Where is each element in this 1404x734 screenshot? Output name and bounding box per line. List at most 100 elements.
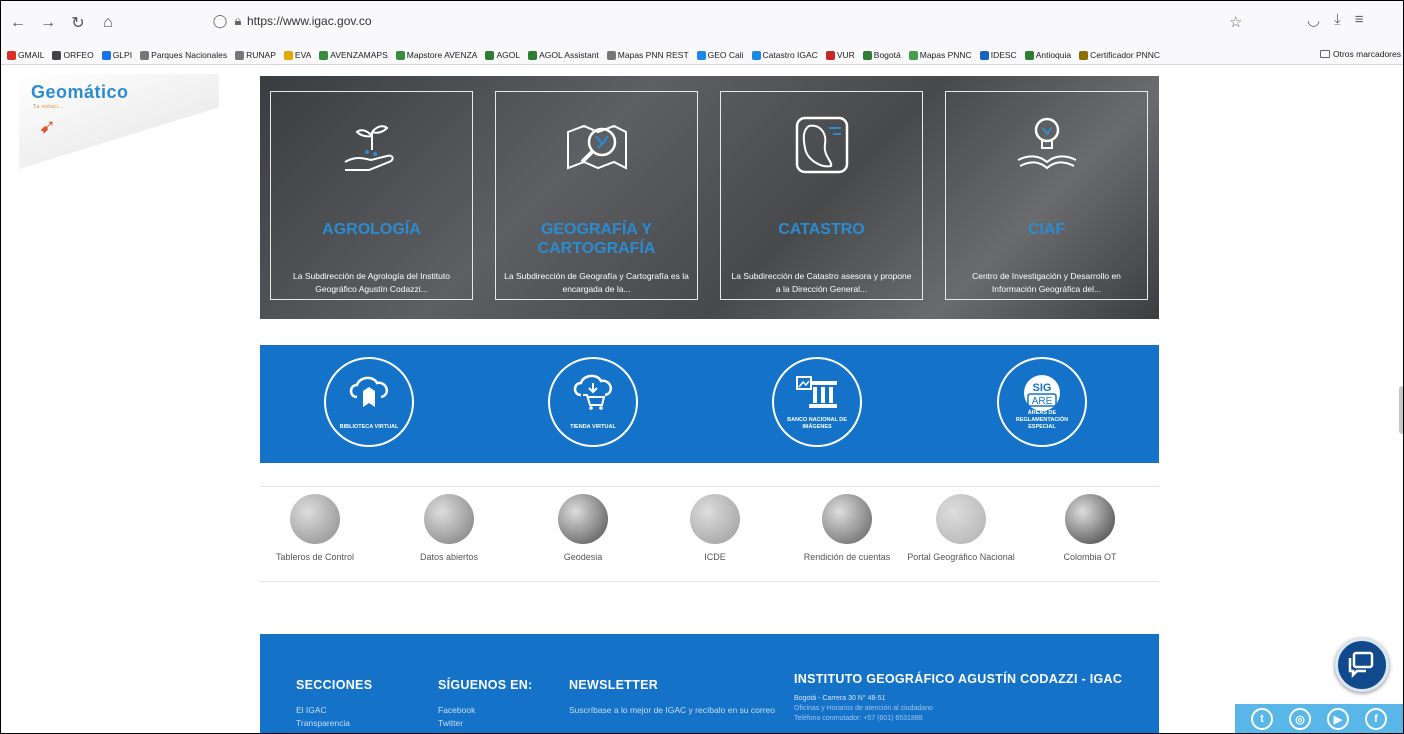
portal-icon (690, 494, 740, 544)
url-text[interactable]: https://www.igac.gov.co (247, 14, 372, 28)
bookmark-label: Antioquia (1035, 50, 1072, 60)
portal-label: Datos abiertos (419, 552, 479, 562)
footer-newsletter: NEWSLETTER Suscríbase a lo mejor de IGAC… (569, 678, 779, 717)
footer-link[interactable]: Twitter (438, 717, 533, 730)
card-desc: La Subdirección de Agrología del Institu… (293, 271, 450, 294)
card-title: AGROLOGÍA (322, 221, 421, 238)
logo-name: Geomático (31, 82, 129, 102)
service-label: ÁREAS DE REGLAMENTACIÓN ESPECIAL (1015, 410, 1069, 430)
portal-label: Geodesia (563, 552, 603, 562)
bookmark-item[interactable]: Antioquia (1024, 50, 1072, 60)
card-geografia[interactable]: GEOGRAFÍA Y CARTOGRAFÍA La Subdirección … (495, 91, 698, 300)
shield-icon: ◯ (212, 13, 228, 28)
download-icon[interactable]: ⤓ (1334, 11, 1341, 29)
portal-icon (424, 494, 474, 544)
scrollbar-thumb[interactable] (1399, 386, 1403, 434)
bookmark-label: AGOL (496, 50, 521, 60)
bookmark-label: ORFEO (63, 50, 94, 60)
bookmark-item[interactable]: ORFEO (52, 50, 94, 60)
card-catastro[interactable]: CATASTRO La Subdirección de Catastro ase… (720, 91, 923, 300)
portal-link[interactable]: Tableros de Control (255, 494, 375, 562)
portal-icon (290, 494, 340, 544)
bookmark-item[interactable]: GMAIL (7, 50, 44, 60)
bookmark-item[interactable]: AGOL Assistant (528, 50, 599, 60)
service-tienda-virtual[interactable]: TIENDA VIRTUAL (548, 357, 638, 447)
bookmark-item[interactable]: Mapstore AVENZA (395, 50, 478, 60)
cloud-cart-icon (573, 374, 613, 410)
bookmark-item[interactable]: RUNAP (235, 50, 276, 60)
bookmark-label: Catastro IGAC (762, 50, 818, 60)
cursor-click-icon: ➹ (39, 116, 56, 138)
chat-icon (1348, 651, 1374, 679)
bookmark-item[interactable]: EVA (283, 50, 311, 60)
divider (260, 486, 1159, 487)
footer-link[interactable]: El IGAC (296, 704, 372, 717)
footer-link[interactable]: Facebook (438, 704, 533, 717)
bookmark-label: GMAIL (18, 50, 45, 60)
badge-bottom: ARE (1032, 396, 1053, 407)
portal-link[interactable]: Rendición de cuentas (787, 494, 907, 562)
org-hours-link[interactable]: Oficinas y Horarios de atención al ciuda… (794, 704, 1134, 714)
bookmark-label: Mapas PNNC (919, 50, 972, 60)
chat-button[interactable] (1335, 638, 1389, 692)
home-icon[interactable]: ⌂ (95, 10, 121, 36)
bookmark-star-icon[interactable]: ☆ (1229, 13, 1242, 31)
bookmark-item[interactable]: GLPI (101, 50, 132, 60)
social-bar: t ◎ ▶ f (1235, 704, 1403, 733)
bookmark-item[interactable]: AVENZAMAPS (319, 50, 388, 60)
portal-link[interactable]: Colombia OT (1030, 494, 1150, 562)
card-title: CIAF (1027, 221, 1066, 238)
youtube-icon[interactable]: ▶ (1327, 708, 1349, 730)
bookmark-item[interactable]: Mapas PNN REST (606, 50, 689, 60)
site-footer: SECCIONES El IGAC Transparencia SÍGUENOS… (260, 634, 1159, 733)
bookmark-item[interactable]: IDESC (979, 50, 1017, 60)
footer-heading: NEWSLETTER (569, 678, 659, 692)
bookmark-item[interactable]: AGOL (485, 50, 520, 60)
bookmark-item[interactable]: Catastro IGAC (751, 50, 818, 60)
url-bar[interactable]: ◯ 🔒︎ https://www.igac.gov.co (211, 7, 1251, 35)
service-areas-reglamentacion[interactable]: SIG ARE ÁREAS DE REGLAMENTACIÓN ESPECIAL (997, 357, 1087, 447)
bookmark-item[interactable]: Mapas PNNC (908, 50, 972, 60)
reload-icon[interactable]: ↻ (65, 10, 91, 36)
bookmark-favicon-icon (908, 50, 918, 60)
bookmark-label: Mapstore AVENZA (406, 50, 478, 60)
portal-link[interactable]: Datos abiertos (389, 494, 509, 562)
card-ciaf[interactable]: CIAF Centro de Investigación y Desarroll… (945, 91, 1148, 300)
bookmark-label: RUNAP (246, 50, 276, 60)
lock-icon: 🔒︎ (234, 13, 242, 28)
menu-icon[interactable]: ≡ (1355, 11, 1364, 29)
bookmark-favicon-icon (1079, 50, 1089, 60)
toolbar-right: ◡ ⤓ ≡ (1307, 11, 1364, 29)
portal-link[interactable]: ICDE (655, 494, 775, 562)
other-bookmarks[interactable]: Otros marcadores (1319, 49, 1401, 59)
portal-label: Tableros de Control (275, 552, 355, 562)
geomatico-logo[interactable]: Geomático Tu soluci... ➹ (19, 74, 219, 169)
bookmark-item[interactable]: Certificador PNNC (1079, 50, 1160, 60)
bookmark-favicon-icon (235, 50, 245, 60)
bookmark-item[interactable]: Bogotá (862, 50, 901, 60)
bookmark-item[interactable]: GEO Cali (696, 50, 744, 60)
pocket-icon[interactable]: ◡ (1307, 11, 1320, 29)
bookmark-item[interactable]: Parques Nacionales (140, 50, 227, 60)
service-banco-imagenes[interactable]: BANCO NACIONAL DE IMÁGENES (772, 357, 862, 447)
service-biblioteca-virtual[interactable]: BIBLIOTECA VIRTUAL (324, 357, 414, 447)
footer-link[interactable]: Transparencia (296, 717, 372, 730)
portal-link[interactable]: Geodesia (523, 494, 643, 562)
portal-label: ICDE (704, 552, 726, 562)
bookmark-favicon-icon (1024, 50, 1034, 60)
bookmark-favicon-icon (696, 50, 706, 60)
forward-icon[interactable]: → (35, 10, 61, 36)
instagram-icon[interactable]: ◎ (1289, 708, 1311, 730)
bookmarks-bar: GMAIL ORFEO GLPI Parques Nacionales RUNAP EVA… (7, 45, 1403, 65)
bookmark-item[interactable]: VUR (825, 50, 855, 60)
parcel-map-icon (795, 116, 848, 174)
plant-hand-icon (343, 125, 394, 171)
bookmark-favicon-icon (862, 50, 872, 60)
card-agrologia[interactable]: AGROLOGÍA La Subdirección de Agrología d… (270, 91, 473, 300)
portal-link[interactable]: Portal Geográfico Nacional (901, 494, 1021, 562)
back-icon[interactable]: ← (5, 10, 31, 36)
footer-sections: SECCIONES El IGAC Transparencia (296, 678, 372, 730)
facebook-icon[interactable]: f (1365, 708, 1387, 730)
twitter-icon[interactable]: t (1251, 708, 1273, 730)
bookmark-label: Parques Nacionales (151, 50, 228, 60)
